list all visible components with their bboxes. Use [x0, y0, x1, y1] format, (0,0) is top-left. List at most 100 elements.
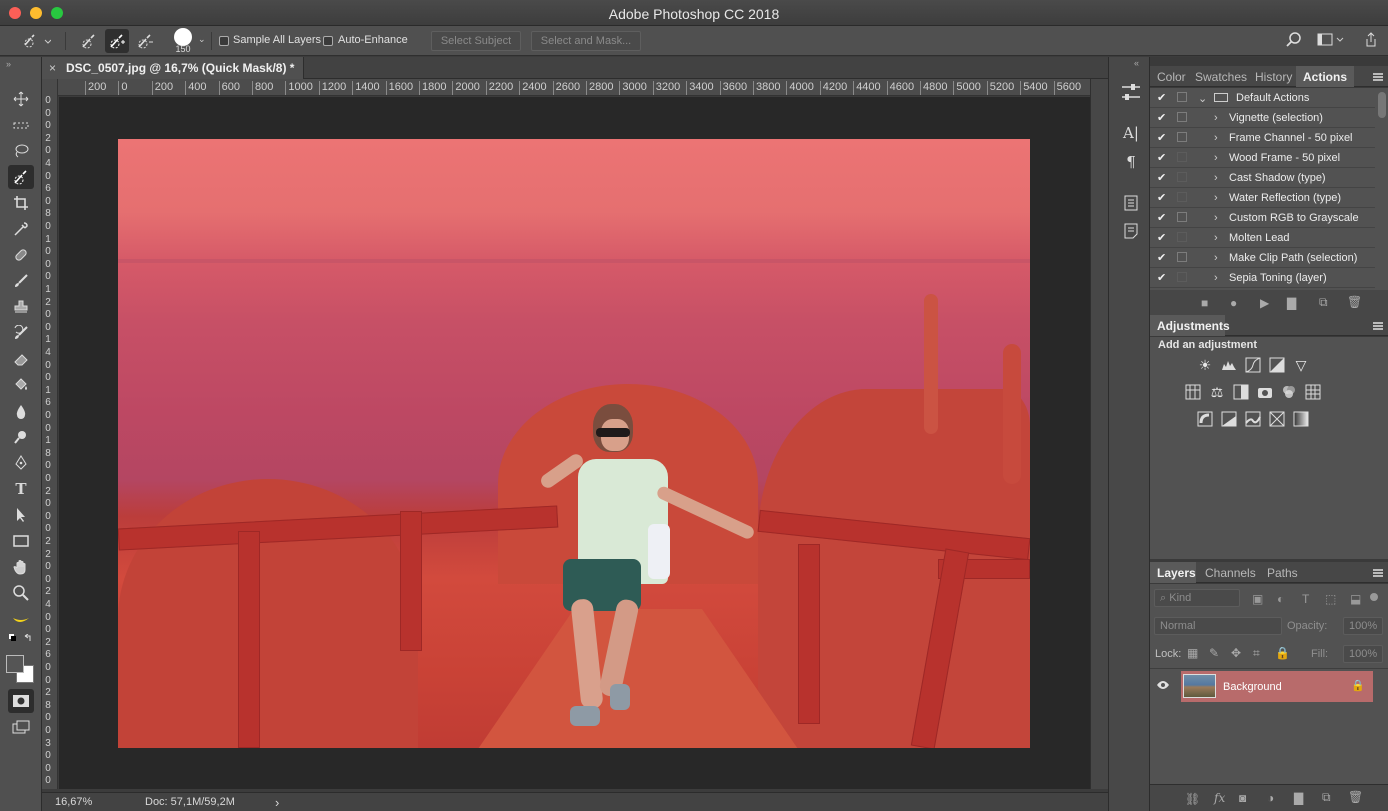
eraser-tool-icon[interactable]	[8, 347, 34, 371]
panel-menu-icon[interactable]	[1373, 73, 1383, 81]
chevron-right-icon[interactable]: ›	[1214, 232, 1218, 244]
filter-smart-object-icon[interactable]: ⬓	[1350, 592, 1361, 606]
check-icon[interactable]: ✔	[1157, 171, 1166, 184]
gradient-map-icon[interactable]	[1293, 411, 1309, 427]
chevron-right-icon[interactable]: ›	[1214, 112, 1218, 124]
history-brush-tool-icon[interactable]	[8, 321, 34, 345]
black-white-icon[interactable]	[1233, 384, 1249, 400]
tab-paths[interactable]: Paths	[1267, 566, 1298, 580]
lock-transparent-icon[interactable]: ▦	[1187, 646, 1198, 660]
notes-panel-icon[interactable]	[1121, 221, 1141, 241]
check-icon[interactable]: ✔	[1157, 151, 1166, 164]
chevron-right-icon[interactable]: ›	[1214, 192, 1218, 204]
zoom-tool-icon[interactable]	[8, 581, 34, 605]
action-set-row[interactable]: ✔ ⌄ Default Actions	[1150, 88, 1375, 108]
action-row[interactable]: ✔ › Frame Channel - 50 pixel	[1150, 128, 1375, 148]
opacity-field[interactable]: 100%	[1343, 617, 1383, 635]
lasso-tool-icon[interactable]	[8, 139, 34, 163]
document-tab[interactable]: × DSC_0507.jpg @ 16,7% (Quick Mask/8) *	[42, 57, 304, 79]
action-row[interactable]: ✔ › Cast Shadow (type)	[1150, 168, 1375, 188]
dialog-toggle-icon[interactable]	[1177, 232, 1187, 242]
foreground-color-swatch[interactable]	[6, 655, 24, 673]
close-tab-icon[interactable]: ×	[49, 61, 56, 75]
path-selection-tool-icon[interactable]	[8, 503, 34, 527]
dialog-toggle-icon[interactable]	[1177, 192, 1187, 202]
exposure-icon[interactable]	[1269, 357, 1285, 373]
select-and-mask-button[interactable]: Select and Mask...	[531, 31, 641, 51]
chevron-right-icon[interactable]: ›	[1214, 152, 1218, 164]
dodge-tool-icon[interactable]	[8, 425, 34, 449]
check-icon[interactable]: ✔	[1157, 251, 1166, 264]
new-group-icon[interactable]: ▇	[1294, 791, 1303, 805]
clone-stamp-tool-icon[interactable]	[8, 295, 34, 319]
action-row[interactable]: ✔ › Vignette (selection)	[1150, 108, 1375, 128]
fill-field[interactable]: 100%	[1343, 645, 1383, 663]
action-row[interactable]: ✔ › Make Clip Path (selection)	[1150, 248, 1375, 268]
tab-actions[interactable]: Actions	[1303, 70, 1347, 84]
pen-tool-icon[interactable]	[8, 451, 34, 475]
chevron-right-icon[interactable]: ›	[1214, 272, 1218, 284]
channel-mixer-icon[interactable]	[1281, 384, 1297, 400]
document-image-quick-mask[interactable]	[118, 139, 1030, 748]
dialog-toggle-icon[interactable]	[1177, 112, 1187, 122]
dialog-toggle-icon[interactable]	[1177, 172, 1187, 182]
posterize-icon[interactable]	[1221, 411, 1237, 427]
check-icon[interactable]: ✔	[1157, 231, 1166, 244]
status-menu-arrow[interactable]: ›	[275, 795, 279, 810]
select-subject-button[interactable]: Select Subject	[431, 31, 521, 51]
selective-color-icon[interactable]	[1269, 411, 1285, 427]
color-lookup-icon[interactable]	[1305, 384, 1321, 400]
chevron-down-icon[interactable]: ⌄	[1198, 92, 1207, 105]
dialog-toggle-icon[interactable]	[1177, 152, 1187, 162]
levels-icon[interactable]	[1221, 357, 1237, 373]
screen-mode-icon[interactable]	[8, 715, 34, 739]
new-selection-brush-icon[interactable]	[77, 29, 101, 53]
color-swatches[interactable]	[6, 655, 36, 683]
workspace-icon[interactable]	[1317, 33, 1345, 47]
action-row[interactable]: ✔ › Water Reflection (type)	[1150, 188, 1375, 208]
check-icon[interactable]: ✔	[1157, 111, 1166, 124]
canvas-area[interactable]	[59, 97, 1090, 789]
invert-icon[interactable]	[1197, 411, 1213, 427]
dialog-toggle-icon[interactable]	[1177, 252, 1187, 262]
tab-swatches[interactable]: Swatches	[1195, 70, 1247, 84]
new-layer-icon[interactable]: ⧉	[1322, 790, 1331, 805]
new-adjustment-layer-icon[interactable]: ◑	[1267, 791, 1274, 805]
curves-icon[interactable]	[1245, 357, 1261, 373]
brush-tool-icon[interactable]	[8, 269, 34, 293]
check-icon[interactable]: ✔	[1157, 211, 1166, 224]
dialog-toggle-icon[interactable]	[1177, 212, 1187, 222]
action-row[interactable]: ✔ › Sepia Toning (layer)	[1150, 268, 1375, 288]
chevron-right-icon[interactable]: ›	[1214, 172, 1218, 184]
hue-saturation-icon[interactable]	[1185, 384, 1201, 400]
character-panel-icon[interactable]: A|	[1121, 123, 1141, 143]
blur-tool-icon[interactable]	[8, 399, 34, 423]
default-colors-icon[interactable]	[8, 633, 34, 645]
stop-icon[interactable]: ■	[1201, 296, 1208, 310]
eyedropper-tool-icon[interactable]	[8, 217, 34, 241]
check-icon[interactable]: ✔	[1157, 271, 1166, 284]
marquee-tool-icon[interactable]	[8, 113, 34, 137]
sample-all-layers-checkbox[interactable]	[219, 36, 229, 46]
dialog-toggle-icon[interactable]	[1177, 92, 1187, 102]
blend-mode-select[interactable]: Normal	[1154, 617, 1282, 635]
lock-image-icon[interactable]: ✎	[1209, 646, 1219, 660]
panel-menu-icon[interactable]	[1373, 322, 1383, 330]
vibrance-icon[interactable]: ▽	[1293, 357, 1309, 373]
link-layers-icon[interactable]: ⛓	[1185, 792, 1200, 806]
brightness-contrast-icon[interactable]: ☀	[1197, 357, 1213, 373]
libraries-panel-icon[interactable]	[1121, 193, 1141, 213]
quick-selection-tool-icon[interactable]	[8, 165, 34, 189]
tab-adjustments[interactable]: Adjustments	[1157, 319, 1230, 333]
paint-bucket-tool-icon[interactable]	[8, 373, 34, 397]
zoom-level[interactable]: 16,67%	[55, 796, 92, 808]
collapse-toolbar-icon[interactable]: »	[6, 59, 11, 69]
healing-brush-tool-icon[interactable]	[8, 243, 34, 267]
layer-kind-filter[interactable]: ⌕ Kind	[1154, 589, 1240, 607]
tab-layers[interactable]: Layers	[1157, 566, 1196, 580]
collapse-strip-icon[interactable]: «	[1134, 58, 1139, 68]
tool-preset-picker[interactable]	[18, 29, 54, 53]
move-tool-icon[interactable]	[8, 87, 34, 111]
lock-artboard-icon[interactable]: ⌗	[1253, 646, 1260, 661]
actions-scrollbar-thumb[interactable]	[1378, 92, 1386, 118]
